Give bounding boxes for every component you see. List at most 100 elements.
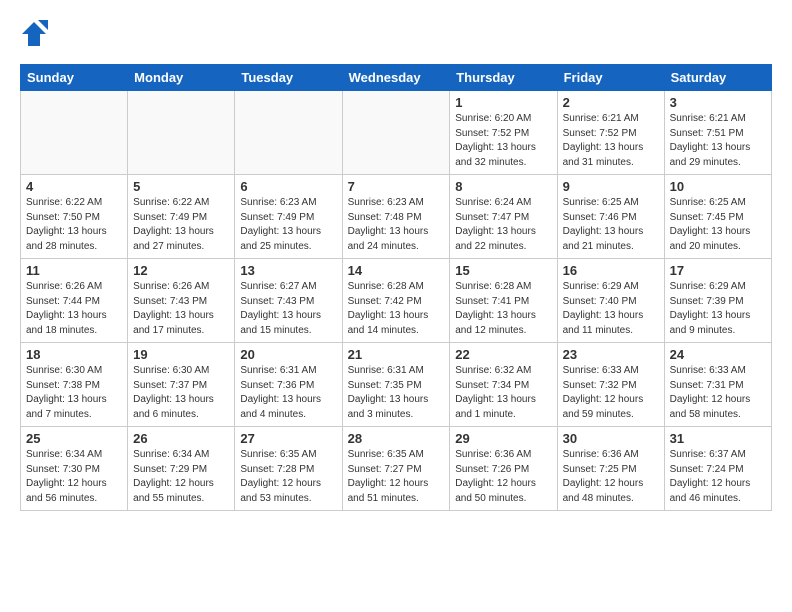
day-number: 3 [670, 95, 766, 110]
day-info: Sunrise: 6:30 AM Sunset: 7:38 PM Dayligh… [26, 364, 122, 422]
calendar-cell: 28 Sunrise: 6:35 AM Sunset: 7:27 PM Dayli… [342, 427, 450, 511]
weekday-header-row: SundayMondayTuesdayWednesdayThursdayFrid… [21, 65, 772, 91]
day-number: 7 [348, 179, 445, 194]
day-info: Sunrise: 6:26 AM Sunset: 7:44 PM Dayligh… [26, 280, 122, 338]
day-number: 22 [455, 347, 551, 362]
day-info: Sunrise: 6:28 AM Sunset: 7:41 PM Dayligh… [455, 280, 551, 338]
day-number: 14 [348, 263, 445, 278]
day-info: Sunrise: 6:33 AM Sunset: 7:32 PM Dayligh… [563, 364, 659, 422]
calendar-week-row-4: 18 Sunrise: 6:30 AM Sunset: 7:38 PM Dayli… [21, 343, 772, 427]
calendar-cell: 12Sunrise: 6:26 AM Sunset: 7:43 PM Dayli… [128, 259, 235, 343]
calendar-cell: 7 Sunrise: 6:23 AM Sunset: 7:48 PM Daylig… [342, 175, 450, 259]
calendar-cell: 25 Sunrise: 6:34 AM Sunset: 7:30 PM Dayli… [21, 427, 128, 511]
calendar-cell: 21 Sunrise: 6:31 AM Sunset: 7:35 PM Dayli… [342, 343, 450, 427]
calendar-cell: 31 Sunrise: 6:37 AM Sunset: 7:24 PM Dayli… [664, 427, 771, 511]
day-info: Sunrise: 6:31 AM Sunset: 7:35 PM Dayligh… [348, 364, 445, 422]
day-info: Sunrise: 6:25 AM Sunset: 7:46 PM Dayligh… [563, 196, 659, 254]
day-number: 11 [26, 263, 122, 278]
day-info: Sunrise: 6:34 AM Sunset: 7:30 PM Dayligh… [26, 448, 122, 506]
calendar-week-row-5: 25 Sunrise: 6:34 AM Sunset: 7:30 PM Dayli… [21, 427, 772, 511]
day-number: 24 [670, 347, 766, 362]
day-number: 20 [240, 347, 336, 362]
day-info: Sunrise: 6:29 AM Sunset: 7:39 PM Dayligh… [670, 280, 766, 338]
day-number: 4 [26, 179, 122, 194]
calendar-table: SundayMondayTuesdayWednesdayThursdayFrid… [20, 64, 772, 511]
day-info: Sunrise: 6:21 AM Sunset: 7:51 PM Dayligh… [670, 112, 766, 170]
calendar-cell: 23 Sunrise: 6:33 AM Sunset: 7:32 PM Dayli… [557, 343, 664, 427]
day-number: 29 [455, 431, 551, 446]
calendar-cell: 15 Sunrise: 6:28 AM Sunset: 7:41 PM Dayli… [450, 259, 557, 343]
calendar-week-row-3: 11 Sunrise: 6:26 AM Sunset: 7:44 PM Dayli… [21, 259, 772, 343]
logo [20, 20, 52, 48]
day-info: Sunrise: 6:32 AM Sunset: 7:34 PM Dayligh… [455, 364, 551, 422]
day-info: Sunrise: 6:37 AM Sunset: 7:24 PM Dayligh… [670, 448, 766, 506]
day-info: Sunrise: 6:21 AM Sunset: 7:52 PM Dayligh… [563, 112, 659, 170]
day-info: Sunrise: 6:20 AM Sunset: 7:52 PM Dayligh… [455, 112, 551, 170]
day-number: 23 [563, 347, 659, 362]
day-number: 19 [133, 347, 229, 362]
day-number: 21 [348, 347, 445, 362]
day-info: Sunrise: 6:26 AM Sunset: 7:43 PM Dayligh… [133, 280, 229, 338]
calendar-cell: 18 Sunrise: 6:30 AM Sunset: 7:38 PM Dayli… [21, 343, 128, 427]
calendar-cell: 5 Sunrise: 6:22 AM Sunset: 7:49 PM Daylig… [128, 175, 235, 259]
calendar-cell: 6Sunrise: 6:23 AM Sunset: 7:49 PM Daylig… [235, 175, 342, 259]
logo-icon [20, 20, 48, 48]
day-number: 27 [240, 431, 336, 446]
day-info: Sunrise: 6:36 AM Sunset: 7:25 PM Dayligh… [563, 448, 659, 506]
calendar-cell: 1 Sunrise: 6:20 AM Sunset: 7:52 PM Daylig… [450, 91, 557, 175]
day-number: 2 [563, 95, 659, 110]
calendar-cell: 8Sunrise: 6:24 AM Sunset: 7:47 PM Daylig… [450, 175, 557, 259]
weekday-header-thursday: Thursday [450, 65, 557, 91]
calendar-cell [21, 91, 128, 175]
day-number: 28 [348, 431, 445, 446]
weekday-header-saturday: Saturday [664, 65, 771, 91]
weekday-header-friday: Friday [557, 65, 664, 91]
day-info: Sunrise: 6:23 AM Sunset: 7:48 PM Dayligh… [348, 196, 445, 254]
calendar-cell: 9Sunrise: 6:25 AM Sunset: 7:46 PM Daylig… [557, 175, 664, 259]
calendar-cell [342, 91, 450, 175]
calendar-week-row-1: 1 Sunrise: 6:20 AM Sunset: 7:52 PM Daylig… [21, 91, 772, 175]
day-number: 15 [455, 263, 551, 278]
calendar-cell: 29 Sunrise: 6:36 AM Sunset: 7:26 PM Dayli… [450, 427, 557, 511]
calendar-cell [235, 91, 342, 175]
calendar-cell [128, 91, 235, 175]
calendar-cell: 22 Sunrise: 6:32 AM Sunset: 7:34 PM Dayli… [450, 343, 557, 427]
day-info: Sunrise: 6:36 AM Sunset: 7:26 PM Dayligh… [455, 448, 551, 506]
weekday-header-sunday: Sunday [21, 65, 128, 91]
day-info: Sunrise: 6:29 AM Sunset: 7:40 PM Dayligh… [563, 280, 659, 338]
calendar-cell: 20 Sunrise: 6:31 AM Sunset: 7:36 PM Dayli… [235, 343, 342, 427]
calendar-cell: 19 Sunrise: 6:30 AM Sunset: 7:37 PM Dayli… [128, 343, 235, 427]
calendar-cell: 17 Sunrise: 6:29 AM Sunset: 7:39 PM Dayli… [664, 259, 771, 343]
day-info: Sunrise: 6:35 AM Sunset: 7:27 PM Dayligh… [348, 448, 445, 506]
calendar-cell: 30 Sunrise: 6:36 AM Sunset: 7:25 PM Dayli… [557, 427, 664, 511]
calendar-cell: 13Sunrise: 6:27 AM Sunset: 7:43 PM Dayli… [235, 259, 342, 343]
day-number: 26 [133, 431, 229, 446]
day-info: Sunrise: 6:30 AM Sunset: 7:37 PM Dayligh… [133, 364, 229, 422]
calendar-cell: 27 Sunrise: 6:35 AM Sunset: 7:28 PM Dayli… [235, 427, 342, 511]
day-number: 13 [240, 263, 336, 278]
day-info: Sunrise: 6:35 AM Sunset: 7:28 PM Dayligh… [240, 448, 336, 506]
weekday-header-monday: Monday [128, 65, 235, 91]
day-number: 5 [133, 179, 229, 194]
day-number: 8 [455, 179, 551, 194]
day-number: 10 [670, 179, 766, 194]
weekday-header-tuesday: Tuesday [235, 65, 342, 91]
page-header [20, 20, 772, 48]
day-info: Sunrise: 6:31 AM Sunset: 7:36 PM Dayligh… [240, 364, 336, 422]
day-info: Sunrise: 6:34 AM Sunset: 7:29 PM Dayligh… [133, 448, 229, 506]
day-number: 18 [26, 347, 122, 362]
day-number: 1 [455, 95, 551, 110]
calendar-cell: 10Sunrise: 6:25 AM Sunset: 7:45 PM Dayli… [664, 175, 771, 259]
day-number: 31 [670, 431, 766, 446]
day-info: Sunrise: 6:22 AM Sunset: 7:50 PM Dayligh… [26, 196, 122, 254]
calendar-cell: 3 Sunrise: 6:21 AM Sunset: 7:51 PM Daylig… [664, 91, 771, 175]
calendar-cell: 4 Sunrise: 6:22 AM Sunset: 7:50 PM Daylig… [21, 175, 128, 259]
calendar-cell: 2 Sunrise: 6:21 AM Sunset: 7:52 PM Daylig… [557, 91, 664, 175]
day-number: 30 [563, 431, 659, 446]
day-info: Sunrise: 6:33 AM Sunset: 7:31 PM Dayligh… [670, 364, 766, 422]
day-info: Sunrise: 6:22 AM Sunset: 7:49 PM Dayligh… [133, 196, 229, 254]
day-number: 17 [670, 263, 766, 278]
day-number: 25 [26, 431, 122, 446]
calendar-cell: 11 Sunrise: 6:26 AM Sunset: 7:44 PM Dayli… [21, 259, 128, 343]
day-info: Sunrise: 6:28 AM Sunset: 7:42 PM Dayligh… [348, 280, 445, 338]
